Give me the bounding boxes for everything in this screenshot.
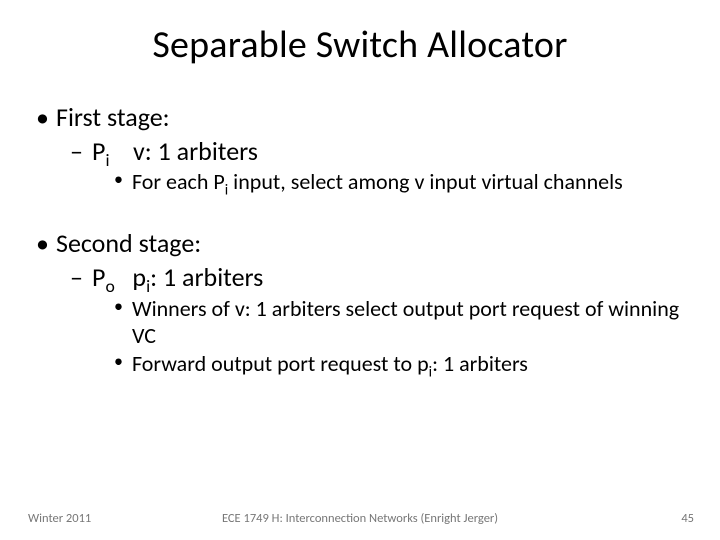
text: : 1 arbiters	[432, 350, 528, 377]
footer-right: 45	[681, 511, 694, 526]
bullet-first-stage: First stage:	[34, 102, 686, 134]
subscript: o	[105, 275, 114, 297]
bullet-pi-arbiters: Pi v: 1 arbiters	[34, 136, 686, 168]
bullet-forward: Forward output port request to pi: 1 arb…	[34, 351, 686, 378]
bullet-po-arbiters: Po pi: 1 arbiters	[34, 262, 686, 294]
bullet-for-each-pi: For each Pi input, select among v input …	[34, 169, 686, 196]
text: P	[92, 135, 105, 167]
text: P	[92, 261, 105, 293]
slide: Separable Switch Allocator First stage: …	[0, 0, 720, 540]
text: : 1 arbiters	[150, 261, 263, 293]
text: input, select among v input virtual chan…	[228, 168, 623, 195]
text: For each P	[132, 168, 225, 195]
slide-title: Separable Switch Allocator	[0, 0, 720, 68]
bullet-second-stage: Second stage:	[34, 228, 686, 260]
spacer	[34, 198, 686, 222]
text: Forward output port request to p	[132, 350, 429, 377]
slide-body: First stage: Pi v: 1 arbiters For each P…	[0, 68, 720, 378]
text: v: 1 arbiters	[110, 135, 258, 167]
footer-center: ECE 1749 H: Interconnection Networks (En…	[0, 511, 720, 526]
bullet-winners: Winners of v: 1 arbiters select output p…	[34, 296, 686, 350]
text: p	[115, 261, 146, 293]
